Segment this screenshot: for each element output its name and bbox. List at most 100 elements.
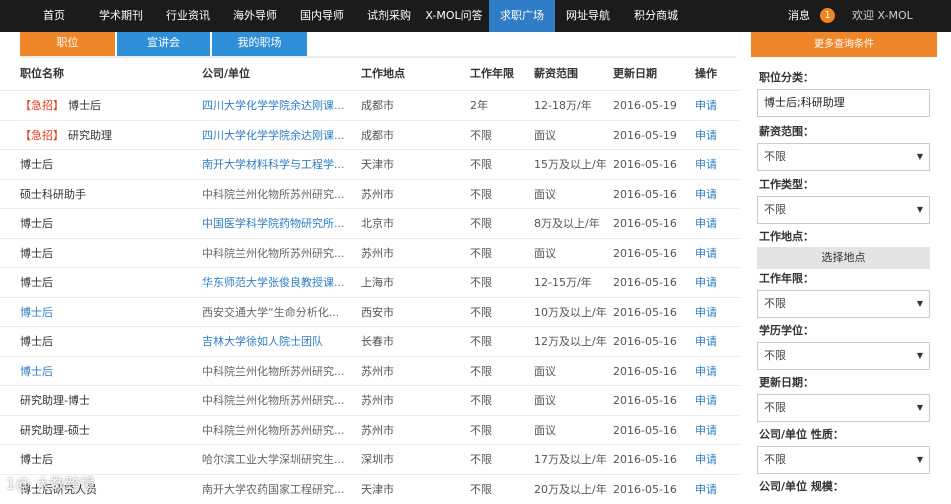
- table-row[interactable]: 博士后 中国医学科学院药物研究所... 北京市 不限 8万及以上/年 2016-05-16…: [0, 208, 740, 238]
- job-years: 不限: [470, 246, 492, 260]
- job-title[interactable]: 【急招】 博士后: [20, 91, 200, 120]
- nav-overseas-mentors[interactable]: 海外导师: [230, 0, 280, 32]
- company-name[interactable]: 南开大学材料科学与工程学...: [202, 150, 348, 179]
- nav-home[interactable]: 首页: [32, 0, 76, 32]
- table-row[interactable]: 博士后 哈尔滨工业大学深圳研究生... 深圳市 不限 17万及以上/年 2016-05-1…: [0, 444, 740, 474]
- apply-link[interactable]: 申请: [695, 209, 735, 238]
- job-title[interactable]: 【急招】 研究助理: [20, 121, 200, 150]
- company-name[interactable]: 华东师范大学张俊良教授课...: [202, 268, 348, 297]
- apply-link[interactable]: 申请: [695, 298, 735, 327]
- company-name[interactable]: 西安交通大学“生命分析化...: [202, 298, 348, 327]
- apply-link[interactable]: 申请: [695, 121, 735, 150]
- messages-link[interactable]: 消息: [788, 0, 810, 32]
- welcome-user[interactable]: 欢迎 X-MOL: [852, 0, 913, 32]
- category-label: 职位分类：: [759, 71, 814, 84]
- job-salary: 面议: [534, 128, 556, 142]
- apply-link[interactable]: 申请: [695, 268, 735, 297]
- company-name[interactable]: 中科院兰州化物所苏州研究...: [202, 386, 348, 415]
- job-title[interactable]: 研究助理-硕士: [20, 416, 200, 445]
- category-field[interactable]: 博士后;科研助理: [757, 89, 930, 117]
- job-title[interactable]: 博士后: [20, 327, 200, 356]
- table-row[interactable]: 博士后 吉林大学徐如人院士团队 长春市 不限 12万及以上/年 2016-05-16 申请: [0, 326, 740, 356]
- job-title[interactable]: 硕士科研助手: [20, 180, 200, 209]
- years-select-value: 不限: [764, 297, 786, 310]
- updated-select[interactable]: 不限 ▼: [757, 394, 930, 422]
- degree-select[interactable]: 不限 ▼: [757, 342, 930, 370]
- apply-link[interactable]: 申请: [695, 416, 735, 445]
- job-updated-date: 2016-05-16: [613, 335, 677, 348]
- job-title[interactable]: 博士后: [20, 298, 200, 327]
- header-position: 职位名称: [20, 67, 64, 80]
- nav-news[interactable]: 行业资讯: [163, 0, 213, 32]
- company-name[interactable]: 四川大学化学学院余达刚课...: [202, 91, 348, 120]
- updated-filter-label: 更新日期：: [759, 376, 814, 389]
- company-name[interactable]: 哈尔滨工业大学深圳研究生...: [202, 445, 348, 474]
- job-updated-date: 2016-05-19: [613, 99, 677, 112]
- job-title[interactable]: 博士后: [20, 209, 200, 238]
- apply-link[interactable]: 申请: [695, 475, 735, 504]
- job-title[interactable]: 博士后: [20, 445, 200, 474]
- job-title[interactable]: 博士后: [20, 150, 200, 179]
- company-name[interactable]: 中国医学科学院药物研究所...: [202, 209, 348, 238]
- nav-jobs[interactable]: 求职广场: [489, 0, 555, 32]
- tab-positions[interactable]: 职位: [20, 32, 115, 56]
- nav-reagents[interactable]: 试剂采购: [364, 0, 414, 32]
- table-row[interactable]: 博士后 中科院兰州化物所苏州研究... 苏州市 不限 面议 2016-05-16 申请: [0, 237, 740, 268]
- jobtype-select[interactable]: 不限 ▼: [757, 196, 930, 224]
- table-row[interactable]: 研究助理-硕士 中科院兰州化物所苏州研究... 苏州市 不限 面议 2016-05-16 申…: [0, 414, 740, 445]
- apply-link[interactable]: 申请: [695, 239, 735, 268]
- apply-link[interactable]: 申请: [695, 386, 735, 415]
- job-title[interactable]: 研究助理-博士: [20, 386, 200, 415]
- table-row[interactable]: 博士后 南开大学材料科学与工程学... 天津市 不限 15万及以上/年 2016-05-1…: [0, 149, 740, 179]
- company-name[interactable]: 中科院兰州化物所苏州研究...: [202, 180, 348, 209]
- company-name[interactable]: 中科院兰州化物所苏州研究...: [202, 416, 348, 445]
- table-row[interactable]: 博士后研究人员 南开大学农药国家工程研究... 天津市 不限 20万及以上/年 2016-…: [0, 473, 740, 504]
- org-nature-select[interactable]: 不限 ▼: [757, 446, 930, 474]
- nav-site-directory[interactable]: 网址导航: [563, 0, 613, 32]
- nav-qa[interactable]: X-MOL问答: [420, 0, 488, 32]
- apply-link[interactable]: 申请: [695, 327, 735, 356]
- header-updated: 更新日期: [613, 67, 657, 80]
- job-title[interactable]: 博士后: [20, 239, 200, 268]
- company-name[interactable]: 中科院兰州化物所苏州研究...: [202, 357, 348, 386]
- apply-link[interactable]: 申请: [695, 150, 735, 179]
- job-years: 不限: [470, 482, 492, 496]
- nav-domestic-mentors[interactable]: 国内导师: [297, 0, 347, 32]
- select-location-button[interactable]: 选择地点: [757, 247, 930, 269]
- job-salary: 面议: [534, 187, 556, 201]
- apply-link[interactable]: 申请: [695, 180, 735, 209]
- header-years: 工作年限: [470, 67, 514, 80]
- table-row[interactable]: 硕士科研助手 中科院兰州化物所苏州研究... 苏州市 不限 面议 2016-05-16 申请: [0, 178, 740, 209]
- job-title-text: 研究助理-博士: [20, 394, 90, 407]
- table-row[interactable]: 博士后 西安交通大学“生命分析化... 西安市 不限 10万及以上/年 2016-05-1…: [0, 296, 740, 327]
- table-row[interactable]: 博士后 中科院兰州化物所苏州研究... 苏州市 不限 面议 2016-05-16 申请: [0, 355, 740, 386]
- job-title[interactable]: 博士后: [20, 357, 200, 386]
- nav-journals[interactable]: 学术期刊: [96, 0, 146, 32]
- header-salary: 薪资范围: [534, 67, 578, 80]
- table-row[interactable]: 【急招】 研究助理 四川大学化学学院余达刚课... 成都市 不限 面议 2016-05-19…: [0, 119, 740, 150]
- apply-link[interactable]: 申请: [695, 445, 735, 474]
- job-table-body: 【急招】 博士后 四川大学化学学院余达刚课... 成都市 2年 12-18万/年 2016-…: [0, 90, 740, 503]
- messages-count-badge: 1: [820, 8, 835, 23]
- nav-points-mall[interactable]: 积分商城: [628, 0, 684, 32]
- company-name[interactable]: 南开大学农药国家工程研究...: [202, 475, 348, 504]
- job-location: 深圳市: [361, 453, 394, 466]
- more-filters-header[interactable]: 更多查询条件: [751, 32, 937, 57]
- company-name[interactable]: 四川大学化学学院余达刚课...: [202, 121, 348, 150]
- salary-select[interactable]: 不限 ▼: [757, 143, 930, 171]
- tab-career-talks[interactable]: 宣讲会: [117, 32, 210, 56]
- company-name[interactable]: 吉林大学徐如人院士团队: [202, 327, 348, 356]
- company-name[interactable]: 中科院兰州化物所苏州研究...: [202, 239, 348, 268]
- job-years: 不限: [470, 364, 492, 378]
- job-table-header: 职位名称 公司/单位 工作地点 工作年限 薪资范围 更新日期 操作: [0, 58, 740, 90]
- org-scale-filter-label: 公司/单位 规模：: [759, 480, 844, 493]
- table-row[interactable]: 研究助理-博士 中科院兰州化物所苏州研究... 苏州市 不限 面议 2016-05-16 申…: [0, 385, 740, 415]
- job-updated-date: 2016-05-19: [613, 128, 677, 142]
- tab-my-workplace[interactable]: 我的职场: [212, 32, 307, 56]
- apply-link[interactable]: 申请: [695, 357, 735, 386]
- table-row[interactable]: 【急招】 博士后 四川大学化学学院余达刚课... 成都市 2年 12-18万/年 2016-…: [0, 90, 740, 120]
- years-select[interactable]: 不限 ▼: [757, 290, 930, 318]
- job-title[interactable]: 博士后: [20, 268, 200, 297]
- apply-link[interactable]: 申请: [695, 91, 735, 120]
- table-row[interactable]: 博士后 华东师范大学张俊良教授课... 上海市 不限 12-15万/年 2016-05-1…: [0, 267, 740, 297]
